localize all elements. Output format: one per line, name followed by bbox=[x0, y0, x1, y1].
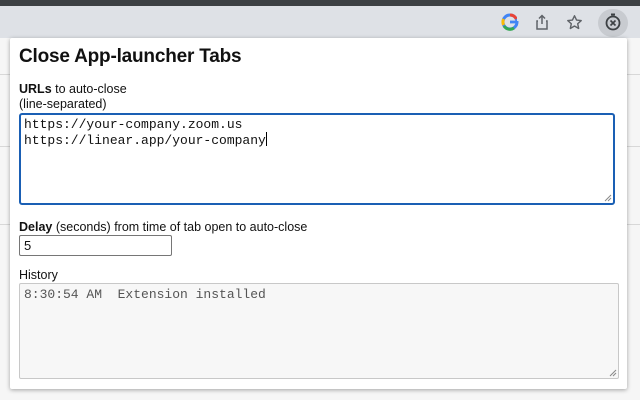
browser-toolbar bbox=[0, 6, 640, 38]
urls-label-text: to auto-close bbox=[52, 82, 127, 96]
url-line: https://linear.app/your-company bbox=[24, 132, 610, 148]
delay-label-text: (seconds) from time of tab open to auto-… bbox=[52, 220, 307, 234]
popup-title: Close App-launcher Tabs bbox=[19, 46, 241, 68]
delay-input[interactable]: 5 bbox=[19, 235, 172, 256]
delay-label-bold: Delay bbox=[19, 220, 52, 234]
resize-grip-icon[interactable] bbox=[603, 193, 612, 202]
history-entry: 8:30:54 AM Extension installed bbox=[24, 287, 266, 302]
urls-label-bold: URLs bbox=[19, 82, 52, 96]
resize-grip-icon[interactable] bbox=[608, 368, 617, 377]
history-textarea[interactable]: 8:30:54 AM Extension installed bbox=[19, 283, 619, 379]
delay-label: Delay (seconds) from time of tab open to… bbox=[19, 220, 307, 235]
extension-timer-icon[interactable] bbox=[604, 13, 622, 31]
text-caret bbox=[266, 132, 267, 146]
google-icon[interactable] bbox=[501, 13, 519, 31]
extension-popup: Close App-launcher Tabs URLs to auto-clo… bbox=[10, 38, 627, 389]
urls-hint: (line-separated) bbox=[19, 97, 107, 112]
bookmark-star-icon[interactable] bbox=[565, 13, 583, 31]
screen: Close App-launcher Tabs URLs to auto-clo… bbox=[0, 0, 640, 400]
url-line: https://your-company.zoom.us bbox=[24, 117, 610, 132]
urls-label: URLs to auto-close bbox=[19, 82, 127, 97]
share-icon[interactable] bbox=[533, 13, 551, 31]
url-line-text: https://linear.app/your-company bbox=[24, 133, 266, 148]
urls-textarea[interactable]: https://your-company.zoom.ushttps://line… bbox=[19, 113, 615, 205]
history-label: History bbox=[19, 268, 58, 283]
